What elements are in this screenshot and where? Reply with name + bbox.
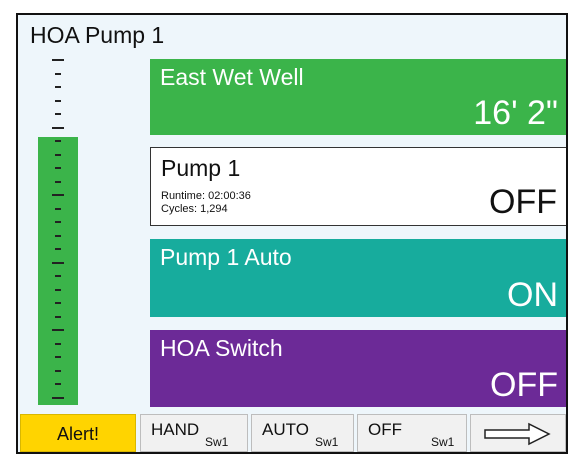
bottom-button-bar: Alert! HAND Sw1 AUTO Sw1 OFF Sw1 xyxy=(18,414,566,452)
gauge-tick xyxy=(52,59,64,61)
gauge-tick xyxy=(52,262,64,264)
gauge-tick xyxy=(55,370,61,372)
hand-button-label: HAND xyxy=(151,420,200,439)
gauge-tick xyxy=(55,343,61,345)
gauge-tick xyxy=(52,329,64,331)
gauge-tick xyxy=(55,356,61,358)
gauge-tick xyxy=(55,248,61,250)
alert-button[interactable]: Alert! xyxy=(20,414,136,452)
pump1-auto-label: Pump 1 Auto xyxy=(160,244,292,270)
gauge-tick xyxy=(55,289,61,291)
gauge-tick xyxy=(55,302,61,304)
gauge-tick xyxy=(55,383,61,385)
gauge-tick xyxy=(55,73,61,75)
gauge-tick xyxy=(55,140,61,142)
gauge-tick xyxy=(55,113,61,115)
gauge-tick xyxy=(52,194,64,196)
gauge-tick xyxy=(55,208,61,210)
gauge-tick xyxy=(55,235,61,237)
pump1-auto-value: ON xyxy=(507,276,558,314)
hand-button-sub: Sw1 xyxy=(205,435,229,449)
right-arrow-icon xyxy=(484,422,551,446)
auto-button-label: AUTO xyxy=(262,420,309,439)
page-title: HOA Pump 1 xyxy=(30,22,165,48)
pump1-label: Pump 1 xyxy=(161,155,241,181)
pump1-panel[interactable]: Pump 1 Runtime: 02:00:36 Cycles: 1,294 O… xyxy=(150,147,566,226)
auto-button[interactable]: AUTO Sw1 xyxy=(251,414,354,452)
hoa-switch-value: OFF xyxy=(490,366,558,404)
gauge-tick xyxy=(55,221,61,223)
off-button[interactable]: OFF Sw1 xyxy=(357,414,467,452)
next-page-button[interactable] xyxy=(470,414,566,452)
auto-button-sub: Sw1 xyxy=(315,435,339,449)
off-button-label: OFF xyxy=(368,420,402,439)
gauge-tick xyxy=(55,86,61,88)
gauge-tick xyxy=(55,275,61,277)
wet-well-label: East Wet Well xyxy=(160,64,304,90)
hoa-switch-label: HOA Switch xyxy=(160,335,283,361)
gauge-tick xyxy=(55,181,61,183)
pump1-runtime: Runtime: 02:00:36 xyxy=(161,190,251,202)
gauge-tick xyxy=(52,397,64,399)
gauge-tick xyxy=(55,167,61,169)
hmi-screen: HOA Pump 1 East Wet Well 16' 2" Pump 1 R… xyxy=(16,13,568,454)
pump1-status-value: OFF xyxy=(489,183,557,221)
level-gauge xyxy=(38,53,78,405)
pump1-auto-panel[interactable]: Pump 1 Auto ON xyxy=(150,239,566,317)
wet-well-panel[interactable]: East Wet Well 16' 2" xyxy=(150,59,566,135)
pump1-cycles: Cycles: 1,294 xyxy=(161,203,228,215)
hand-button[interactable]: HAND Sw1 xyxy=(140,414,248,452)
gauge-tick xyxy=(55,154,61,156)
level-gauge-fill xyxy=(38,137,78,405)
gauge-tick xyxy=(55,100,61,102)
hoa-switch-panel[interactable]: HOA Switch OFF xyxy=(150,330,566,407)
gauge-tick xyxy=(52,127,64,129)
gauge-tick xyxy=(55,316,61,318)
off-button-sub: Sw1 xyxy=(431,435,455,449)
wet-well-level-value: 16' 2" xyxy=(473,94,558,132)
